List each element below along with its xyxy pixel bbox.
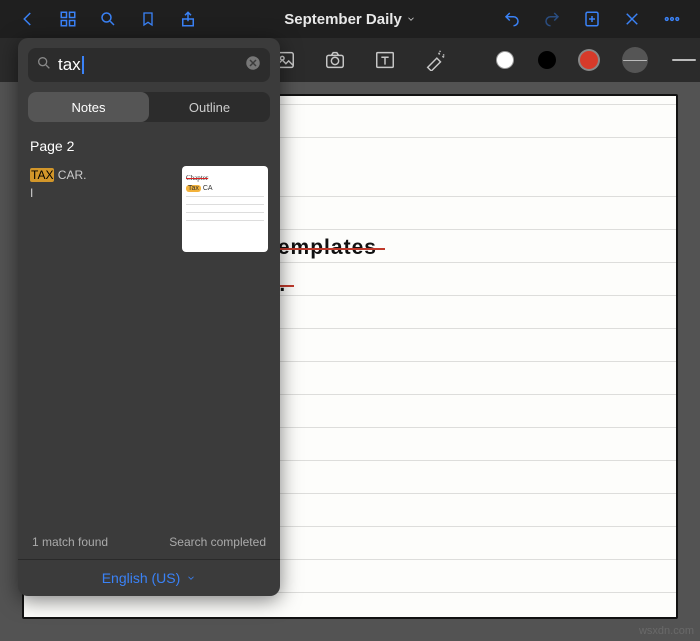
bookmark-icon[interactable] xyxy=(136,7,160,31)
tab-notes[interactable]: Notes xyxy=(28,92,149,122)
search-status: Search completed xyxy=(169,535,266,549)
chevron-down-icon xyxy=(186,573,196,583)
camera-tool-icon[interactable] xyxy=(322,47,348,73)
search-icon xyxy=(36,55,52,76)
share-icon[interactable] xyxy=(176,7,200,31)
document-title[interactable]: September Daily xyxy=(284,11,416,28)
search-field-row: tax xyxy=(28,48,270,82)
title-text: September Daily xyxy=(284,11,402,28)
result-snippet: TAX CAR.I xyxy=(30,166,172,252)
watermark: wsxdn.com xyxy=(639,625,694,637)
color-black[interactable] xyxy=(538,51,556,69)
laser-tool-icon[interactable] xyxy=(422,47,448,73)
color-white[interactable] xyxy=(496,51,514,69)
search-result[interactable]: TAX CAR.I Chapter Tax CA xyxy=(18,162,280,252)
match-count: 1 match found xyxy=(32,535,108,549)
search-icon[interactable] xyxy=(96,7,120,31)
back-icon[interactable] xyxy=(16,7,40,31)
language-picker[interactable]: English (US) xyxy=(18,559,280,596)
add-page-icon[interactable] xyxy=(580,7,604,31)
result-thumbnail[interactable]: Chapter Tax CA xyxy=(182,166,268,252)
search-status-row: 1 match found Search completed xyxy=(18,525,280,559)
text-tool-icon[interactable] xyxy=(372,47,398,73)
search-scope-segment: Notes Outline xyxy=(28,92,270,122)
more-icon[interactable] xyxy=(660,7,684,31)
undo-icon[interactable] xyxy=(500,7,524,31)
search-panel: tax Notes Outline Page 2 TAX CAR.I Chapt… xyxy=(18,38,280,596)
clear-search-icon[interactable] xyxy=(244,54,262,77)
redo-icon[interactable] xyxy=(540,7,564,31)
thumbnails-icon[interactable] xyxy=(56,7,80,31)
text-caret xyxy=(82,56,84,74)
tab-outline[interactable]: Outline xyxy=(149,92,270,122)
stroke-thin[interactable] xyxy=(622,47,648,73)
stroke-med[interactable] xyxy=(672,59,696,62)
search-input[interactable]: tax xyxy=(58,55,81,75)
result-page-label[interactable]: Page 2 xyxy=(18,130,280,162)
close-icon[interactable] xyxy=(620,7,644,31)
color-red[interactable] xyxy=(580,51,598,69)
chevron-down-icon xyxy=(406,14,416,24)
